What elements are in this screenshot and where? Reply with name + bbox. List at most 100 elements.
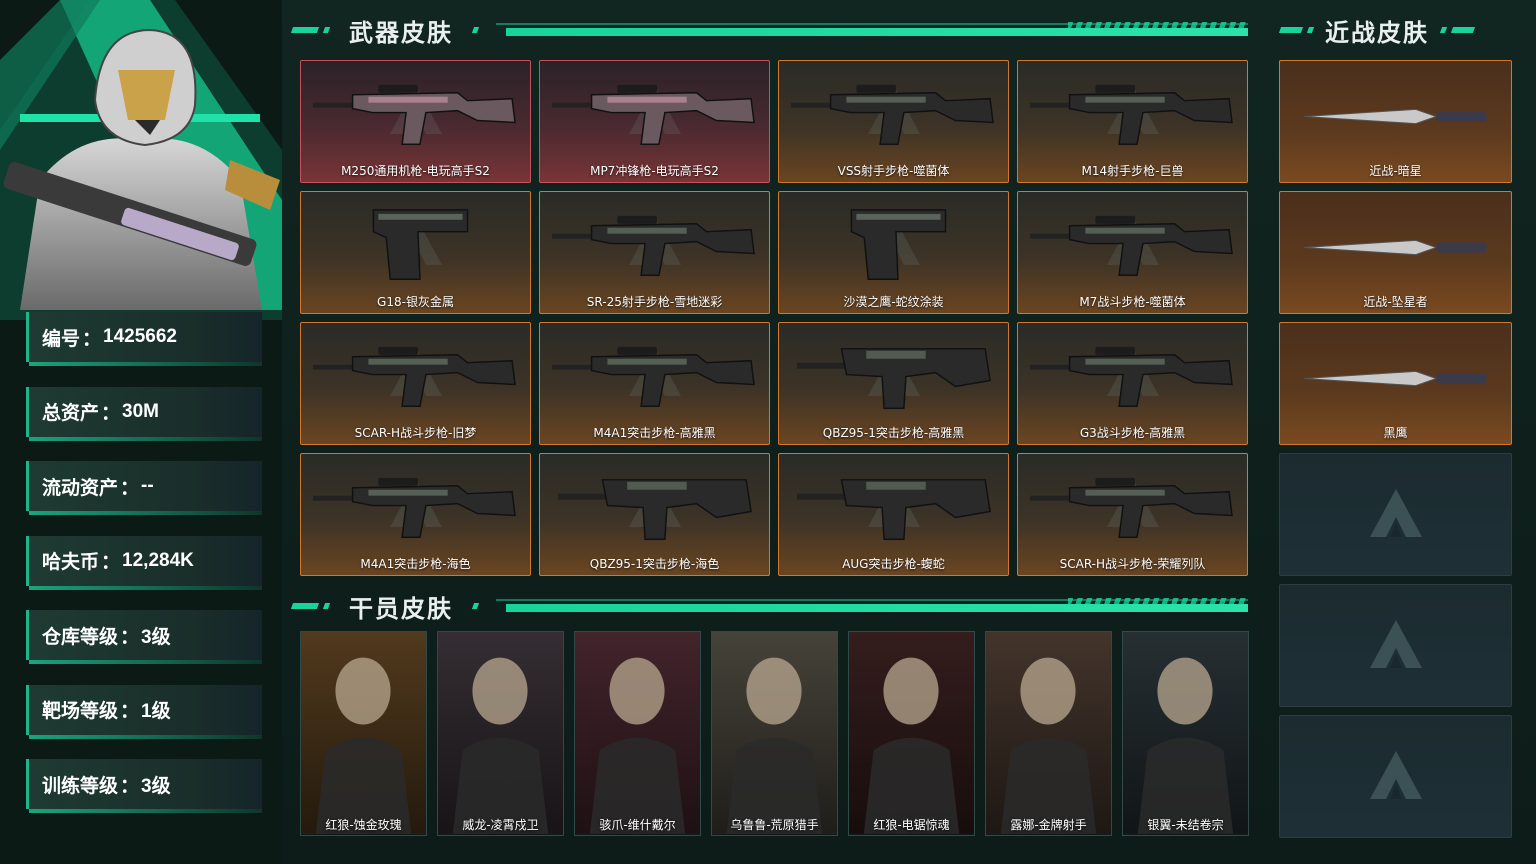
weapon-skin-card[interactable]: G3战斗步枪-高雅黑 xyxy=(1017,322,1248,445)
melee-skin-card[interactable]: 近战-暗星 xyxy=(1279,60,1512,183)
brand-watermark-icon xyxy=(1366,747,1426,807)
stat-separator: ： xyxy=(120,701,140,722)
stat-value: 3级 xyxy=(141,775,171,797)
melee-skins-header: 近战皮肤 xyxy=(1278,15,1512,47)
section-title: 干员皮肤 xyxy=(349,595,453,623)
stat-row: 仓库等级： 3级 xyxy=(26,610,262,664)
pistol-icon xyxy=(787,198,1000,288)
stat-row: 训练等级： 3级 xyxy=(26,759,262,813)
stat-separator: ： xyxy=(101,552,121,573)
operator-skin-card[interactable]: 露娜-金牌射手 xyxy=(985,631,1112,836)
stat-row: 靶场等级： 1级 xyxy=(26,684,262,739)
empty-melee-slot xyxy=(1279,453,1512,576)
stat-value: -- xyxy=(141,475,154,496)
operator-portrait xyxy=(712,632,837,834)
stat-separator: ： xyxy=(120,477,140,499)
weapon-skin-name: M4A1突击步枪-高雅黑 xyxy=(593,426,716,440)
weapon-skin-name: SCAR-H战斗步枪-荣耀列队 xyxy=(1059,557,1206,571)
stat-label: 哈夫币 xyxy=(42,552,100,573)
knife-icon xyxy=(1294,343,1497,413)
stat-label: 靶场等级 xyxy=(42,701,119,722)
operator-portrait xyxy=(986,632,1111,834)
melee-skin-column: 近战-暗星近战-坠星者黑鹰 xyxy=(1279,60,1512,846)
weapon-skin-card[interactable]: 沙漠之鹰-蛇纹涂装 xyxy=(778,191,1009,314)
stat-value: 1425662 xyxy=(103,326,177,347)
weapon-skin-name: QBZ95-1突击步枪-海色 xyxy=(589,557,720,571)
stats-list: 编号： 1425662 总资产： 30M 流动资产： -- 哈夫币： 12,284K 仓库等级：… xyxy=(26,312,262,834)
weapon-skin-card[interactable]: M7战斗步枪-噬菌体 xyxy=(1017,191,1248,314)
marksman-rifle-icon xyxy=(787,67,1000,157)
weapon-skin-name: M14射手步枪-巨兽 xyxy=(1081,164,1184,178)
lmg-icon xyxy=(309,67,522,157)
weapon-skin-card[interactable]: M4A1突击步枪-海色 xyxy=(300,453,531,576)
marksman-rifle-icon xyxy=(1026,67,1239,157)
melee-skin-card[interactable]: 黑鹰 xyxy=(1279,322,1512,445)
stat-value: 3级 xyxy=(141,626,171,648)
operator-portrait xyxy=(849,632,974,834)
weapon-skin-card[interactable]: G18-银灰金属 xyxy=(300,191,531,314)
stat-row: 总资产： 30M xyxy=(26,386,262,441)
weapon-skin-name: VSS射手步枪-噬菌体 xyxy=(837,164,950,178)
operator-portrait xyxy=(575,632,700,834)
empty-melee-slot xyxy=(1279,584,1512,707)
weapon-skin-card[interactable]: QBZ95-1突击步枪-海色 xyxy=(539,453,770,576)
stat-value: 1级 xyxy=(141,701,171,722)
battle-rifle-icon xyxy=(1026,329,1239,419)
stat-separator: ： xyxy=(120,626,140,648)
bullpup-rifle-icon xyxy=(787,329,1000,419)
battle-rifle-icon xyxy=(1026,460,1239,550)
stat-value: 12,284K xyxy=(122,549,194,571)
pistol-icon xyxy=(309,198,522,288)
weapon-skin-name: M4A1突击步枪-海色 xyxy=(360,557,471,571)
weapon-skin-card[interactable]: QBZ95-1突击步枪-高雅黑 xyxy=(778,322,1009,445)
stat-row: 流动资产： -- xyxy=(26,461,262,515)
weapon-skin-name: AUG突击步枪-蝮蛇 xyxy=(842,557,945,571)
player-panel: 编号： 1425662 总资产： 30M 流动资产： -- 哈夫币： 12,284K 仓库等级：… xyxy=(0,0,282,864)
stat-label: 流动资产 xyxy=(42,477,119,499)
melee-skin-name: 黑鹰 xyxy=(1383,426,1408,440)
operator-skin-name: 红狼-蚀金玫瑰 xyxy=(325,818,402,832)
weapon-skin-card[interactable]: SCAR-H战斗步枪-荣耀列队 xyxy=(1017,453,1248,576)
operator-skin-card[interactable]: 红狼-电锯惊魂 xyxy=(848,631,975,836)
weapon-skin-name: G18-银灰金属 xyxy=(377,295,454,309)
weapon-skin-card[interactable]: SCAR-H战斗步枪-旧梦 xyxy=(300,322,531,445)
operator-skin-card[interactable]: 骇爪-维什戴尔 xyxy=(574,631,701,836)
weapon-skin-card[interactable]: AUG突击步枪-蝮蛇 xyxy=(778,453,1009,576)
operator-skin-card[interactable]: 乌鲁鲁-荒原猎手 xyxy=(711,631,838,836)
operator-skin-name: 骇爪-维什戴尔 xyxy=(599,818,676,832)
weapon-skin-name: M7战斗步枪-噬菌体 xyxy=(1079,295,1186,309)
weapon-skin-card[interactable]: VSS射手步枪-噬菌体 xyxy=(778,60,1009,183)
stat-value: 30M xyxy=(122,400,159,422)
weapon-skin-name: MP7冲锋枪-电玩高手S2 xyxy=(590,164,719,178)
operator-skin-card[interactable]: 银翼-未结卷宗 xyxy=(1122,631,1249,836)
operator-portrait xyxy=(1123,632,1248,834)
stat-separator: ： xyxy=(82,328,102,350)
operator-portrait xyxy=(301,632,426,834)
operator-skins-header: 干员皮肤 xyxy=(290,591,1248,623)
operator-skin-card[interactable]: 红狼-蚀金玫瑰 xyxy=(300,631,427,836)
weapon-skin-name: QBZ95-1突击步枪-高雅黑 xyxy=(822,426,965,440)
stat-separator: ： xyxy=(101,403,121,424)
stat-row: 编号： 1425662 xyxy=(26,312,262,366)
operator-skin-card[interactable]: 威龙-凌霄戍卫 xyxy=(437,631,564,836)
weapon-skin-card[interactable]: SR-25射手步枪-雪地迷彩 xyxy=(539,191,770,314)
operator-skin-name: 红狼-电锯惊魂 xyxy=(873,818,950,832)
stat-label: 总资产 xyxy=(42,403,100,424)
melee-skin-name: 近战-暗星 xyxy=(1369,164,1422,178)
weapon-skin-grid: M250通用机枪-电玩高手S2 MP7冲锋枪-电玩高手S2 VSS射手步枪-噬菌体 M… xyxy=(300,60,1248,576)
stat-label: 仓库等级 xyxy=(42,626,119,648)
bullpup-rifle-icon xyxy=(787,460,1000,550)
weapon-skin-card[interactable]: M14射手步枪-巨兽 xyxy=(1017,60,1248,183)
melee-skin-card[interactable]: 近战-坠星者 xyxy=(1279,191,1512,314)
empty-melee-slot xyxy=(1279,715,1512,838)
weapon-skin-card[interactable]: M250通用机枪-电玩高手S2 xyxy=(300,60,531,183)
stat-label: 训练等级 xyxy=(42,775,119,797)
weapon-skin-card[interactable]: MP7冲锋枪-电玩高手S2 xyxy=(539,60,770,183)
weapon-skin-card[interactable]: M4A1突击步枪-高雅黑 xyxy=(539,322,770,445)
weapon-skin-name: G3战斗步枪-高雅黑 xyxy=(1079,426,1186,440)
operator-skin-name: 乌鲁鲁-荒原猎手 xyxy=(730,818,819,832)
operator-skin-name: 威龙-凌霄戍卫 xyxy=(462,818,539,832)
assault-rifle-icon xyxy=(309,460,522,550)
operator-skin-name: 露娜-金牌射手 xyxy=(1010,818,1087,832)
operator-portrait xyxy=(3,28,280,310)
